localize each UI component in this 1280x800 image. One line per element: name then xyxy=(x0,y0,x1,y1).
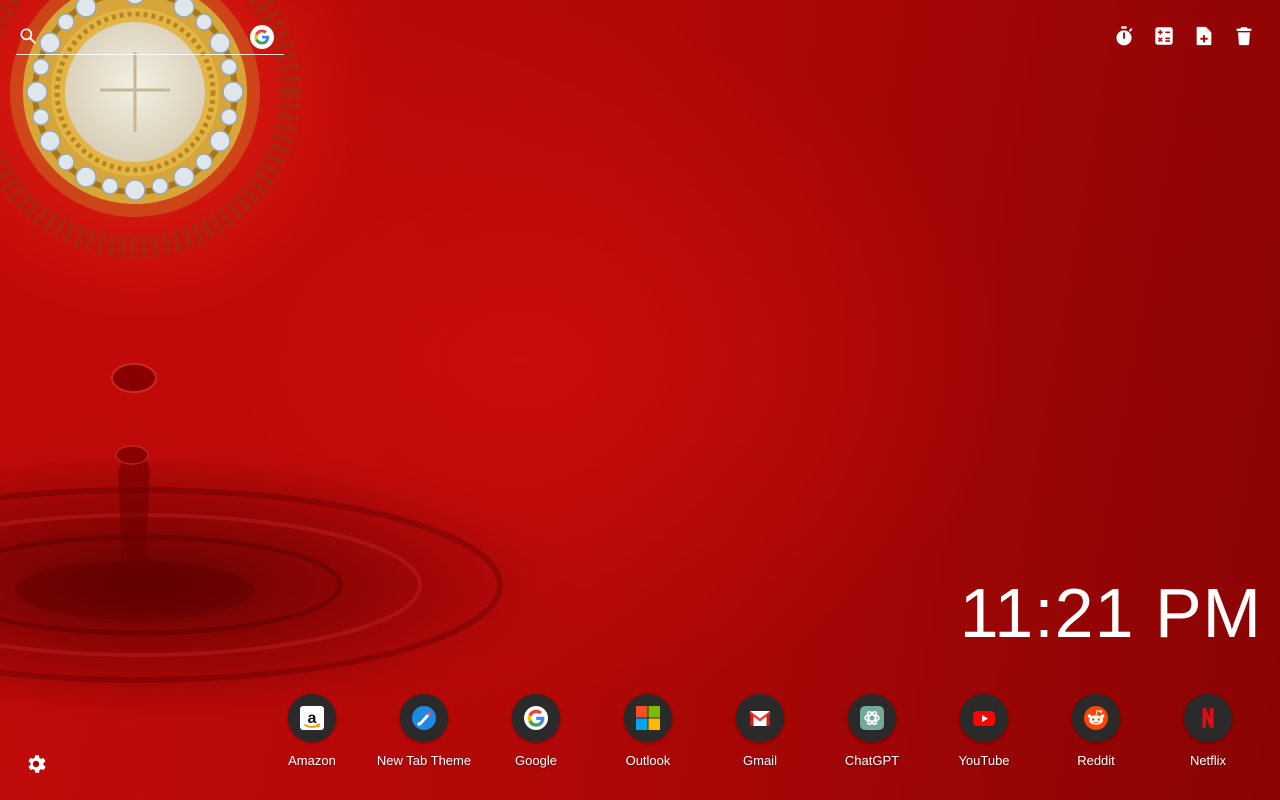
google-icon xyxy=(512,694,560,742)
shortcut-youtube[interactable]: YouTube xyxy=(928,694,1040,774)
shortcut-label: Reddit xyxy=(1077,753,1115,768)
shortcut-label: New Tab Theme xyxy=(376,753,472,768)
gmail-icon xyxy=(736,694,784,742)
shortcut-label: YouTube xyxy=(958,753,1010,768)
chatgpt-icon xyxy=(848,694,896,742)
clock-time: 11:21 PM xyxy=(959,574,1262,652)
google-g-icon[interactable] xyxy=(250,25,274,49)
shortcut-label: Outlook xyxy=(625,753,671,768)
netflix-icon xyxy=(1184,694,1232,742)
trash-icon[interactable] xyxy=(1232,24,1256,48)
shortcut-label: ChatGPT xyxy=(844,753,900,768)
shortcut-google[interactable]: Google xyxy=(480,694,592,774)
shortcuts-dock: a Amazon New Tab Theme Google Outlook Gm… xyxy=(256,694,1264,774)
shortcut-chatgpt[interactable]: ChatGPT xyxy=(816,694,928,774)
shortcut-gmail[interactable]: Gmail xyxy=(704,694,816,774)
reddit-icon xyxy=(1072,694,1120,742)
svg-text:a: a xyxy=(308,710,317,727)
gear-icon[interactable] xyxy=(24,752,48,776)
search-bar xyxy=(16,22,284,55)
wallpaper-artwork xyxy=(0,0,580,725)
shortcut-reddit[interactable]: Reddit xyxy=(1040,694,1152,774)
timer-icon[interactable] xyxy=(1112,24,1136,48)
shortcut-label: Gmail xyxy=(743,753,777,768)
shortcut-outlook[interactable]: Outlook xyxy=(592,694,704,774)
amazon-icon: a xyxy=(288,694,336,742)
search-input[interactable] xyxy=(46,26,250,52)
search-icon[interactable] xyxy=(18,26,38,46)
shortcut-netflix[interactable]: Netflix xyxy=(1152,694,1264,774)
shortcut-amazon[interactable]: a Amazon xyxy=(256,694,368,774)
calculator-icon[interactable] xyxy=(1152,24,1176,48)
shortcut-label: Amazon xyxy=(288,753,336,768)
shortcut-new-tab-theme[interactable]: New Tab Theme xyxy=(368,694,480,774)
new-tab-theme-icon xyxy=(400,694,448,742)
toolbar xyxy=(1112,24,1256,48)
outlook-icon xyxy=(624,694,672,742)
new-tab-page: 11:21 PM a Amazon New Tab Theme Google O… xyxy=(0,0,1280,800)
shortcut-label: Netflix xyxy=(1189,753,1227,768)
youtube-icon xyxy=(960,694,1008,742)
shortcut-label: Google xyxy=(515,753,557,768)
add-note-icon[interactable] xyxy=(1192,24,1216,48)
